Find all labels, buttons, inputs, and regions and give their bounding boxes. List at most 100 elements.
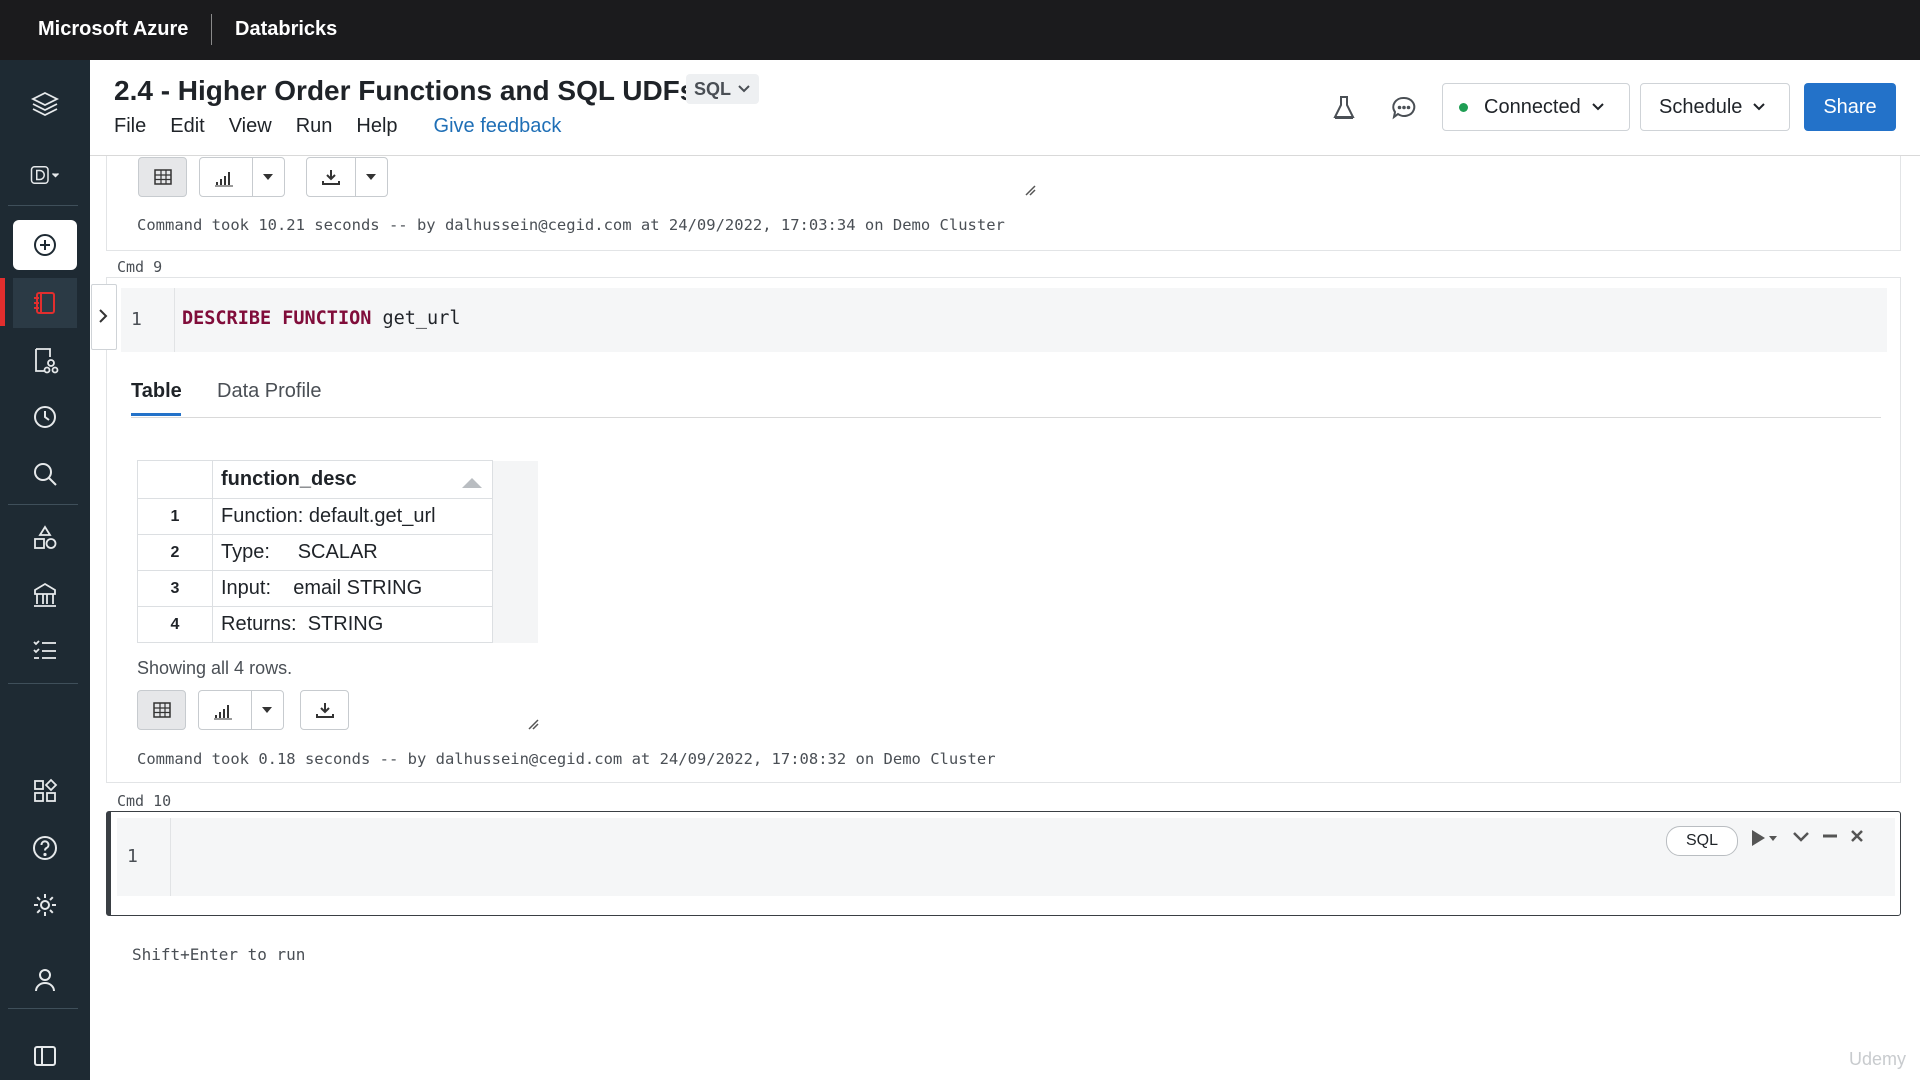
line-number: 1 [127,846,138,867]
comments-icon[interactable] [1388,92,1420,124]
cell-language-button[interactable]: SQL [1666,826,1738,856]
menu-file[interactable]: File [114,115,146,138]
default-language-label: SQL [694,78,732,99]
compute-icon[interactable] [13,570,77,620]
bar-chart-icon [215,172,233,187]
menu-edit[interactable]: Edit [170,115,204,138]
table-icon [153,169,172,185]
resize-handle-icon[interactable] [527,718,539,730]
repos-icon[interactable] [13,335,77,385]
brand-separator [211,14,212,45]
table-row: 1 Function: default.get_url [137,498,538,535]
search-icon[interactable] [13,449,77,499]
line-number: 1 [131,309,142,330]
azure-brand: Microsoft Azure [38,18,189,40]
table-cell[interactable]: Input: email STRING [212,570,493,607]
command-duration: Command took 10.21 seconds -- by dalhuss… [137,216,1005,234]
table-cell[interactable]: Function: default.get_url [212,498,493,535]
cluster-connection-button[interactable]: Connected [1442,83,1630,131]
sidebar-divider [8,683,78,684]
sidebar-divider [8,205,78,206]
code-line: DESCRIBE FUNCTION get_url [182,308,460,329]
data-icon[interactable] [13,513,77,563]
bar-chart-icon [214,705,232,720]
chart-view-dropdown[interactable] [199,157,285,197]
user-icon[interactable] [13,955,77,1005]
experiment-icon[interactable] [1328,92,1360,124]
settings-icon[interactable] [13,880,77,930]
watermark: Udemy [1848,1049,1906,1069]
table-filler [492,570,538,607]
databricks-brand[interactable]: Databricks [235,18,337,41]
cell-8-output: Command took 10.21 seconds -- by dalhuss… [106,156,1901,251]
chevron-down-icon [1592,103,1604,111]
row-number: 4 [137,606,213,643]
tab-table[interactable]: Table [131,380,182,403]
resize-handle-icon[interactable] [1024,184,1036,196]
table-row: 3 Input: email STRING [137,570,538,607]
table-filler [492,460,538,499]
table-filler [492,498,538,535]
partner-connect-icon[interactable] [13,766,77,816]
cell-10-label: Cmd 10 [117,792,172,810]
table-cell[interactable]: Type: SCALAR [212,534,493,571]
workspace-switcher-icon[interactable] [13,150,77,200]
close-icon[interactable] [1849,828,1865,844]
connected-label: Connected [1484,95,1581,118]
schedule-button[interactable]: Schedule [1640,83,1790,131]
menu-run[interactable]: Run [296,115,333,138]
connected-status-dot [1459,102,1468,112]
minimize-icon[interactable] [1821,829,1839,843]
cell-9-label: Cmd 9 [117,258,163,276]
sort-icon[interactable] [462,478,482,488]
tab-divider [131,417,1881,418]
active-indicator [0,278,5,326]
table-view-button[interactable] [138,157,187,197]
menu-help[interactable]: Help [356,115,397,138]
run-cell-icon[interactable] [1749,827,1781,849]
collapse-sidebar-icon[interactable] [13,1031,77,1081]
notebook-icon[interactable] [13,278,77,328]
table-row: 4 Returns: STRING [137,606,538,643]
share-button[interactable]: Share [1804,83,1896,131]
default-language-dropdown[interactable]: SQL [686,74,760,104]
sql-keyword: FUNCTION [282,308,372,329]
table-view-button[interactable] [137,690,186,730]
create-icon[interactable] [13,220,77,270]
caret-down-icon [263,174,273,180]
row-number: 3 [137,570,213,607]
download-icon [315,703,334,718]
cell-10: 1 SQL [106,811,1901,916]
give-feedback-link[interactable]: Give feedback [434,115,562,138]
notebook-title[interactable]: 2.4 - Higher Order Functions and SQL UDF… [114,75,695,107]
row-number: 2 [137,534,213,571]
download-dropdown[interactable] [306,157,388,197]
table-cell[interactable]: Returns: STRING [212,606,493,643]
workflows-icon[interactable] [13,625,77,675]
cell-expand-toggle[interactable] [91,284,117,350]
sql-keyword: DESCRIBE [182,308,272,329]
column-header-function-desc[interactable]: function_desc [212,460,493,499]
table-header-row: function_desc [137,460,538,499]
chart-view-dropdown[interactable] [198,690,284,730]
download-button[interactable] [300,690,349,730]
recents-icon[interactable] [13,392,77,442]
caret-down-icon [366,174,376,180]
sidebar-divider [8,1008,78,1009]
notebook-header: 2.4 - Higher Order Functions and SQL UDF… [90,60,1920,156]
row-number-header [137,460,213,499]
tab-data-profile[interactable]: Data Profile [217,380,322,403]
help-icon[interactable] [13,823,77,873]
table-filler [492,534,538,571]
workspace-logo-icon[interactable] [13,79,77,129]
command-duration: Command took 0.18 seconds -- by dalhusse… [137,750,996,768]
code-identifier: get_url [382,308,461,329]
row-count-text: Showing all 4 rows. [137,658,293,678]
column-header-label: function_desc [221,468,357,490]
chevron-down-icon[interactable] [1792,830,1810,844]
cell-9-code-editor[interactable]: 1 DESCRIBE FUNCTION get_url [121,288,1887,352]
active-tab-underline [131,413,181,416]
table-icon [152,702,171,718]
menu-view[interactable]: View [229,115,272,138]
cell-10-code-editor[interactable]: 1 [117,818,1895,896]
